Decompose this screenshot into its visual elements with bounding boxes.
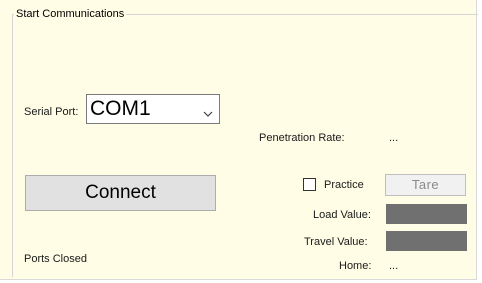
- status-text: Ports Closed: [24, 253, 87, 265]
- travel-value-display: [386, 231, 467, 251]
- home-label: Home:: [339, 260, 372, 272]
- load-value-label: Load Value:: [313, 209, 371, 221]
- travel-value-label: Travel Value:: [304, 236, 368, 248]
- chevron-down-icon: [203, 105, 213, 117]
- penetration-rate-value: ...: [389, 132, 399, 144]
- load-value-display: [386, 204, 467, 224]
- connect-button[interactable]: Connect: [25, 175, 216, 211]
- serial-port-label: Serial Port:: [24, 106, 79, 118]
- practice-label[interactable]: Practice: [324, 178, 364, 192]
- penetration-rate-label: Penetration Rate:: [259, 132, 345, 144]
- communications-panel: Start Communications Serial Port: COM1 P…: [0, 0, 478, 280]
- serial-port-dropdown[interactable]: COM1: [86, 94, 220, 124]
- practice-checkbox[interactable]: [303, 178, 316, 191]
- tare-button[interactable]: Tare: [385, 174, 466, 196]
- serial-port-selected-value: COM1: [90, 97, 151, 120]
- home-value: ...: [389, 260, 399, 272]
- group-title: Start Communications: [14, 7, 127, 21]
